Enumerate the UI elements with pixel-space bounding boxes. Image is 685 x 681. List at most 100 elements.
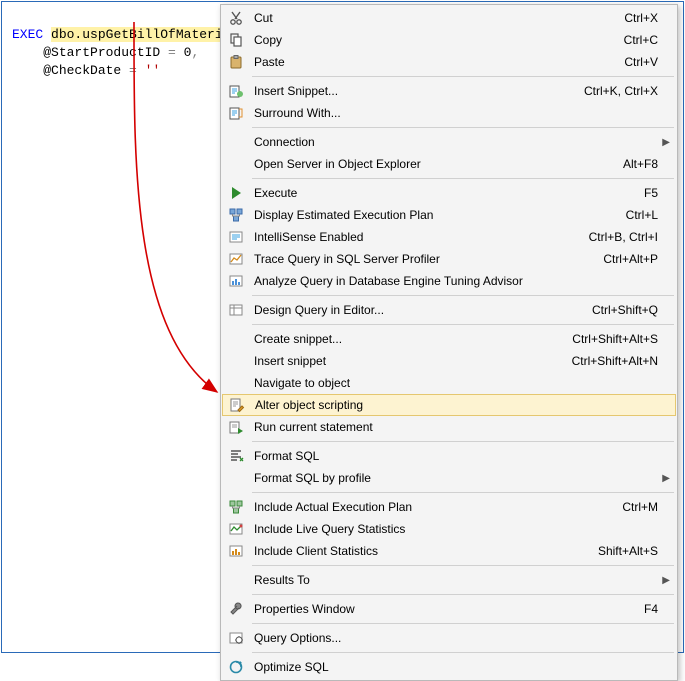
menu-separator xyxy=(252,76,674,77)
menu-item-shortcut: Ctrl+K, Ctrl+X xyxy=(584,84,676,98)
menu-item-include-actual-execution-plan[interactable]: Include Actual Execution PlanCtrl+M xyxy=(222,496,676,518)
menu-item-label: Format SQL by profile xyxy=(250,471,676,485)
proc-name-highlighted: dbo.uspGetBillOfMaterials xyxy=(51,27,246,42)
blank-icon xyxy=(222,350,250,372)
menu-item-include-client-statistics[interactable]: Include Client StatisticsShift+Alt+S xyxy=(222,540,676,562)
options-icon xyxy=(222,627,250,649)
menu-item-label: Include Actual Execution Plan xyxy=(250,500,622,514)
menu-separator xyxy=(252,492,674,493)
blank-icon xyxy=(222,467,250,489)
menu-item-label: Display Estimated Execution Plan xyxy=(250,208,626,222)
menu-item-label: Surround With... xyxy=(250,106,676,120)
menu-item-navigate-to-object[interactable]: Navigate to object xyxy=(222,372,676,394)
menu-item-shortcut: Ctrl+Shift+Alt+N xyxy=(572,354,676,368)
menu-separator xyxy=(252,565,674,566)
trace-icon xyxy=(222,248,250,270)
menu-item-label: Navigate to object xyxy=(250,376,676,390)
param1-name: @StartProductID xyxy=(43,45,160,60)
menu-item-cut[interactable]: CutCtrl+X xyxy=(222,7,676,29)
submenu-arrow-icon: ▶ xyxy=(662,473,670,484)
blank-icon xyxy=(222,131,250,153)
menu-item-include-live-query-statistics[interactable]: Include Live Query Statistics xyxy=(222,518,676,540)
menu-item-label: Cut xyxy=(250,11,624,25)
blank-icon xyxy=(222,328,250,350)
blank-icon xyxy=(222,372,250,394)
alter-icon xyxy=(223,394,251,416)
menu-item-insert-snippet[interactable]: Insert snippetCtrl+Shift+Alt+N xyxy=(222,350,676,372)
menu-item-shortcut: F5 xyxy=(644,186,676,200)
menu-item-shortcut: Alt+F8 xyxy=(623,157,676,171)
menu-item-design-query-in-editor[interactable]: Design Query in Editor...Ctrl+Shift+Q xyxy=(222,299,676,321)
blank-icon xyxy=(222,569,250,591)
analyze-icon xyxy=(222,270,250,292)
menu-item-label: Alter object scripting xyxy=(251,398,675,412)
menu-item-intellisense-enabled[interactable]: IntelliSense EnabledCtrl+B, Ctrl+I xyxy=(222,226,676,248)
menu-item-shortcut: Ctrl+Shift+Alt+S xyxy=(572,332,676,346)
menu-item-run-current-statement[interactable]: Run current statement xyxy=(222,416,676,438)
clientstats-icon xyxy=(222,540,250,562)
livestats-icon xyxy=(222,518,250,540)
menu-item-copy[interactable]: CopyCtrl+C xyxy=(222,29,676,51)
menu-item-label: Query Options... xyxy=(250,631,676,645)
menu-item-label: Execute xyxy=(250,186,644,200)
blank-icon xyxy=(222,153,250,175)
menu-item-connection[interactable]: Connection▶ xyxy=(222,131,676,153)
menu-item-shortcut: Ctrl+L xyxy=(626,208,676,222)
menu-item-label: Run current statement xyxy=(250,420,676,434)
menu-item-query-options[interactable]: Query Options... xyxy=(222,627,676,649)
menu-item-trace-query-in-sql-server-profiler[interactable]: Trace Query in SQL Server ProfilerCtrl+A… xyxy=(222,248,676,270)
menu-item-create-snippet[interactable]: Create snippet...Ctrl+Shift+Alt+S xyxy=(222,328,676,350)
menu-item-label: Include Live Query Statistics xyxy=(250,522,676,536)
intellisense-icon xyxy=(222,226,250,248)
menu-item-label: Connection xyxy=(250,135,676,149)
menu-item-label: Analyze Query in Database Engine Tuning … xyxy=(250,274,676,288)
menu-item-optimize-sql[interactable]: Optimize SQL xyxy=(222,656,676,678)
format-icon xyxy=(222,445,250,467)
menu-item-execute[interactable]: ExecuteF5 xyxy=(222,182,676,204)
menu-item-shortcut: Ctrl+M xyxy=(622,500,676,514)
menu-item-properties-window[interactable]: Properties WindowF4 xyxy=(222,598,676,620)
menu-item-format-sql[interactable]: Format SQL xyxy=(222,445,676,467)
optimize-icon xyxy=(222,656,250,678)
menu-separator xyxy=(252,324,674,325)
menu-item-label: Trace Query in SQL Server Profiler xyxy=(250,252,603,266)
cut-icon xyxy=(222,7,250,29)
menu-item-shortcut: Ctrl+X xyxy=(624,11,676,25)
menu-item-label: IntelliSense Enabled xyxy=(250,230,589,244)
menu-item-shortcut: Ctrl+B, Ctrl+I xyxy=(589,230,676,244)
menu-item-label: Open Server in Object Explorer xyxy=(250,157,623,171)
menu-separator xyxy=(252,441,674,442)
menu-item-label: Paste xyxy=(250,55,624,69)
menu-item-shortcut: Ctrl+Alt+P xyxy=(603,252,676,266)
menu-separator xyxy=(252,594,674,595)
menu-item-surround-with[interactable]: Surround With... xyxy=(222,102,676,124)
menu-item-alter-object-scripting[interactable]: Alter object scripting xyxy=(222,394,676,416)
menu-separator xyxy=(252,652,674,653)
context-menu: CutCtrl+XCopyCtrl+CPasteCtrl+VInsert Sni… xyxy=(220,4,678,681)
menu-item-results-to[interactable]: Results To▶ xyxy=(222,569,676,591)
menu-item-analyze-query-in-database-engine-tuning-advisor[interactable]: Analyze Query in Database Engine Tuning … xyxy=(222,270,676,292)
menu-item-open-server-in-object-explorer[interactable]: Open Server in Object ExplorerAlt+F8 xyxy=(222,153,676,175)
menu-item-label: Include Client Statistics xyxy=(250,544,598,558)
execute-icon xyxy=(222,182,250,204)
menu-item-label: Insert snippet xyxy=(250,354,572,368)
menu-item-label: Optimize SQL xyxy=(250,660,676,674)
app-frame: EXEC dbo.uspGetBillOfMaterials @StartPro… xyxy=(1,1,684,653)
copy-icon xyxy=(222,29,250,51)
design-icon xyxy=(222,299,250,321)
sql-editor[interactable]: EXEC dbo.uspGetBillOfMaterials @StartPro… xyxy=(12,8,246,98)
menu-item-paste[interactable]: PasteCtrl+V xyxy=(222,51,676,73)
menu-item-shortcut: Ctrl+Shift+Q xyxy=(592,303,676,317)
plan-icon xyxy=(222,204,250,226)
menu-item-insert-snippet[interactable]: Insert Snippet...Ctrl+K, Ctrl+X xyxy=(222,80,676,102)
menu-item-label: Properties Window xyxy=(250,602,644,616)
menu-item-shortcut: Ctrl+V xyxy=(624,55,676,69)
menu-item-display-estimated-execution-plan[interactable]: Display Estimated Execution PlanCtrl+L xyxy=(222,204,676,226)
menu-item-format-sql-by-profile[interactable]: Format SQL by profile▶ xyxy=(222,467,676,489)
paste-icon xyxy=(222,51,250,73)
menu-separator xyxy=(252,178,674,179)
menu-separator xyxy=(252,295,674,296)
actualplan-icon xyxy=(222,496,250,518)
menu-item-label: Copy xyxy=(250,33,624,47)
snippet-icon xyxy=(222,80,250,102)
